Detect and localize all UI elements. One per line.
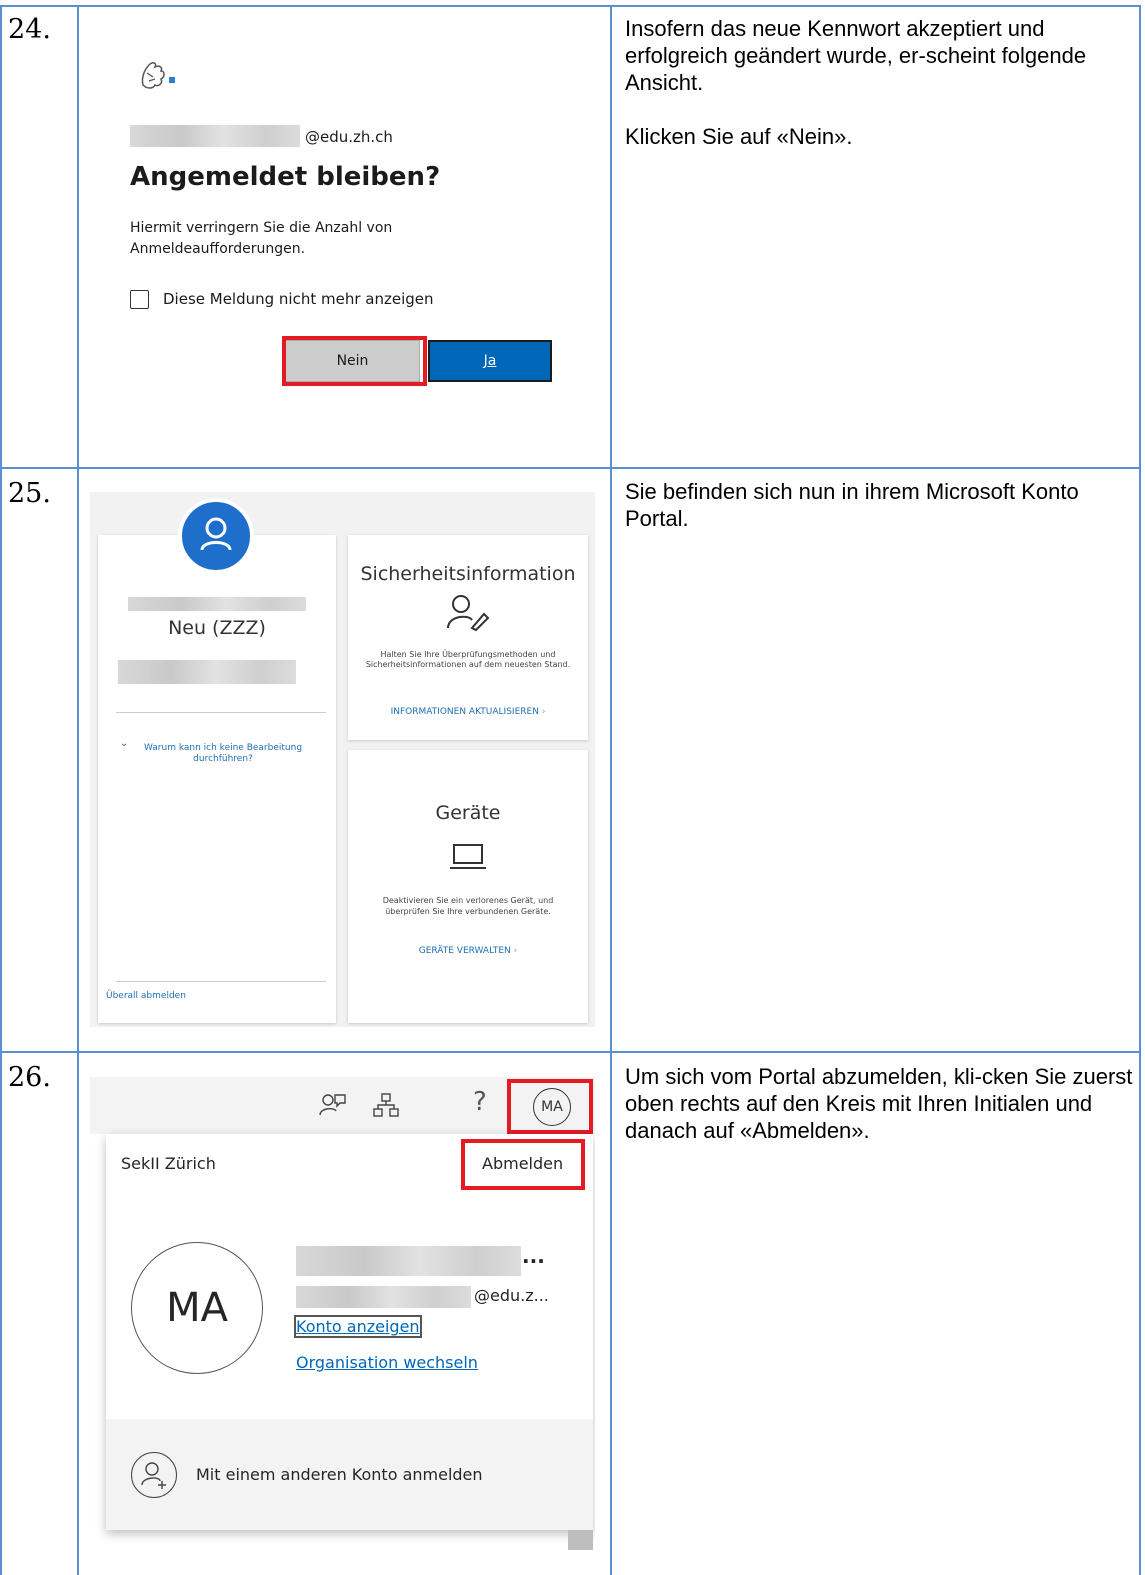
step-number: 24. — [8, 14, 51, 45]
table-row-divider-1 — [1, 467, 1141, 469]
scrollbar-corner — [568, 1530, 593, 1550]
why-no-edit-link[interactable]: Warum kann ich keine Bearbeitung durchfü… — [143, 743, 303, 765]
checkbox-label: Diese Meldung nicht mehr anzeigen — [163, 290, 434, 308]
feedback-icon[interactable] — [318, 1091, 346, 1119]
account-portal-screenshot: Neu (ZZZ) ⌄ Warum kann ich keine Bearbei… — [90, 492, 595, 1027]
card-title: Geräte — [435, 802, 501, 824]
devices-card: Geräte Deaktivieren Sie ein verlorenes G… — [348, 750, 588, 1023]
large-avatar: MA — [131, 1242, 263, 1374]
step-text: Klicken Sie auf «Nein». — [625, 124, 853, 149]
chevron-down-icon: ⌄ — [120, 738, 129, 749]
help-icon[interactable]: ? — [473, 1087, 487, 1117]
email-suffix: @edu.z... — [474, 1286, 549, 1305]
heading: Angemeldet bleiben? — [130, 162, 441, 192]
sign-in-other-account-button[interactable]: Mit einem anderen Konto anmelden — [196, 1465, 483, 1484]
profile-card: Neu (ZZZ) ⌄ Warum kann ich keine Bearbei… — [98, 535, 336, 1023]
avatar — [178, 498, 254, 574]
account-menu-screenshot: ? MA SekII Zürich Abmelden MA ... @edu.z… — [90, 1077, 595, 1570]
yes-button[interactable]: Ja — [428, 340, 552, 382]
dont-show-checkbox[interactable] — [130, 290, 149, 309]
card-body: Halten Sie Ihre Überprüfungsmethoden und… — [365, 650, 571, 669]
step-text: Sie befinden sich nun in ihrem Microsoft… — [625, 479, 1079, 531]
blurred-email — [130, 125, 300, 147]
add-person-icon — [131, 1452, 177, 1498]
profile-name: Neu (ZZZ) — [168, 617, 266, 639]
step-number: 26. — [8, 1062, 51, 1093]
card-title: Sicherheitsinformation — [360, 563, 576, 585]
chevron-right-icon: › — [541, 707, 546, 717]
step-description: Um sich vom Portal abzumelden, kli-cken … — [625, 1063, 1135, 1171]
highlight-box — [461, 1139, 585, 1190]
table-border-top — [1, 5, 1141, 7]
name-ellipsis: ... — [522, 1244, 545, 1268]
laptop-icon — [450, 844, 486, 869]
email-suffix: @edu.zh.ch — [305, 128, 393, 146]
manage-devices-link[interactable]: GERÄTE VERWALTEN › — [348, 946, 588, 956]
person-icon — [200, 517, 232, 551]
divider — [116, 712, 326, 713]
table-row-divider-2 — [1, 1051, 1141, 1053]
blurred-email — [296, 1286, 471, 1308]
card-body: Deaktivieren Sie ein verlorenes Gerät, u… — [382, 896, 554, 916]
table-border-col2 — [610, 5, 612, 1575]
switch-organization-link[interactable]: Organisation wechseln — [296, 1353, 478, 1372]
highlight-box — [282, 336, 427, 386]
canton-zurich-logo-icon — [141, 62, 175, 89]
step-text: Insofern das neue Kennwort akzeptiert un… — [625, 16, 1087, 95]
step-number: 25. — [8, 478, 51, 509]
blurred-name — [296, 1246, 521, 1276]
blurred-name — [128, 597, 306, 611]
view-account-link[interactable]: Konto anzeigen — [294, 1315, 422, 1338]
table-border-right — [1139, 5, 1141, 1575]
stay-signed-in-screenshot: @edu.zh.ch Angemeldet bleiben? Hiermit v… — [95, 40, 605, 420]
org-name: SekII Zürich — [121, 1154, 216, 1173]
step-description: Sie befinden sich nun in ihrem Microsoft… — [625, 478, 1135, 559]
blurred-email — [118, 660, 296, 684]
step-description: Insofern das neue Kennwort akzeptiert un… — [625, 15, 1135, 177]
sign-out-everywhere-link[interactable]: Überall abmelden — [106, 991, 186, 1001]
step-text: Um sich vom Portal abzumelden, kli-cken … — [625, 1064, 1133, 1143]
update-info-link[interactable]: INFORMATIONEN AKTUALISIEREN › — [348, 707, 588, 717]
org-chart-icon[interactable] — [373, 1093, 399, 1117]
account-flyout: SekII Zürich Abmelden MA ... @edu.z... K… — [106, 1134, 593, 1530]
body-text: Hiermit verringern Sie die Anzahl von An… — [130, 220, 393, 257]
person-edit-icon — [447, 595, 490, 632]
chevron-right-icon: › — [513, 946, 518, 956]
divider — [116, 981, 326, 982]
highlight-box — [507, 1079, 593, 1134]
table-border-col1 — [77, 5, 79, 1575]
security-info-card: Sicherheitsinformation Halten Sie Ihre Ü… — [348, 535, 588, 740]
table-border-left — [0, 5, 2, 1575]
